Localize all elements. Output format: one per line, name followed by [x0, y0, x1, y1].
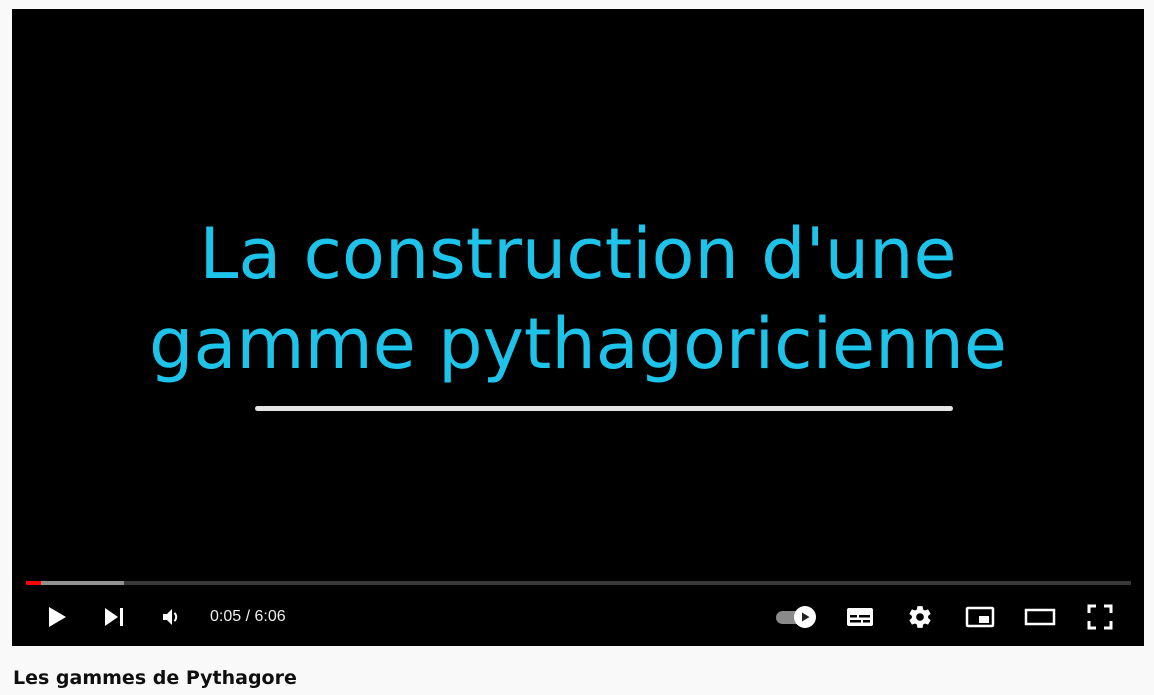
- video-title: Les gammes de Pythagore: [13, 667, 297, 689]
- gear-icon: [909, 606, 931, 628]
- theater-mode-button[interactable]: [1020, 599, 1060, 635]
- current-time: 0:05: [210, 608, 242, 625]
- miniplayer-button[interactable]: [960, 599, 1000, 635]
- slide-underline: [255, 406, 953, 411]
- fullscreen-icon: [1087, 604, 1113, 630]
- time-display: 0:05 / 6:06: [210, 605, 286, 629]
- duration: 6:06: [254, 608, 286, 625]
- video-player[interactable]: La construction d'une gamme pythagoricie…: [12, 9, 1144, 646]
- autoplay-toggle[interactable]: [774, 605, 820, 629]
- skip-next-icon: [105, 608, 123, 626]
- volume-button[interactable]: [152, 599, 192, 635]
- progress-played: [26, 581, 42, 585]
- autoplay-knob: [794, 606, 816, 628]
- autoplay-play-icon: [802, 612, 810, 622]
- slide-title: La construction d'une gamme pythagoricie…: [12, 209, 1144, 389]
- progress-bar[interactable]: [26, 581, 1131, 585]
- time-separator: /: [241, 608, 255, 625]
- volume-icon: [163, 609, 178, 625]
- next-button[interactable]: [94, 599, 134, 635]
- play-icon: [49, 607, 66, 627]
- slide-title-line-2: gamme pythagoricienne: [149, 303, 1007, 385]
- slide-title-line-1: La construction d'une: [199, 213, 957, 295]
- play-button[interactable]: [36, 599, 76, 635]
- settings-button[interactable]: [900, 599, 940, 635]
- subtitles-button[interactable]: [840, 599, 880, 635]
- fullscreen-button[interactable]: [1080, 599, 1120, 635]
- subtitles-icon: [847, 608, 873, 626]
- theater-mode-icon: [1024, 608, 1056, 626]
- miniplayer-icon: [965, 606, 995, 628]
